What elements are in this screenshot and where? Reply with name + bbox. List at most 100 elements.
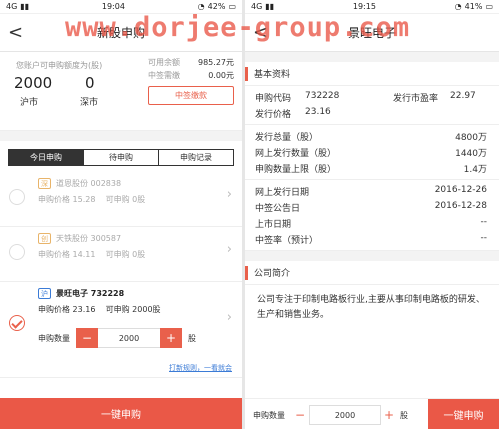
market-badge: 深 [38, 178, 51, 189]
chevron-right-icon[interactable]: › [227, 242, 232, 257]
battery-icon: ▭ [228, 2, 236, 11]
row-value: 4800万 [455, 133, 487, 143]
row-value: -- [480, 217, 488, 227]
quantity-input[interactable]: 2000 [98, 328, 160, 348]
submit-button[interactable]: 一键申购 [0, 398, 242, 429]
left-screen: 4G ▮▮ 19:04 ◔ 42% ▭ < 新股申购 您账户可申购额度为(股) … [0, 0, 242, 429]
signal-icon: ▮▮ [265, 2, 275, 11]
quota-label: 您账户可申购额度为(股) [16, 61, 103, 70]
section-header-basic: 基本资料 [245, 62, 499, 86]
stock-name: 天铁股份 300587 [56, 234, 122, 243]
info-row: 申购数量上限（股） 1.4万 [245, 160, 499, 176]
minus-button[interactable]: − [292, 407, 308, 423]
need-pay-label: 中签需缴 [148, 71, 180, 80]
select-radio-checked[interactable] [9, 315, 25, 331]
row-label: 发行总量（股） [255, 133, 319, 143]
stock-price-line: 申购价格 23.16 可申购 2000股 [38, 305, 161, 314]
row-label: 上市日期 [255, 220, 292, 230]
sh-market-label: 沪市 [20, 98, 39, 108]
clock: 19:04 [101, 2, 125, 11]
stock-price-line: 申购价格 15.28 可申购 0股 [38, 195, 146, 204]
section-title: 公司简介 [254, 269, 291, 279]
section-header-intro: 公司简介 [245, 261, 499, 285]
issue-info-block: 发行总量（股） 4800万 网上发行数量（股） 1440万 申购数量上限（股） 1.4… [245, 125, 499, 180]
market-badge: 沪 [38, 288, 51, 299]
basic-info-block: 申购代码 732228 发行市盈率 22.97 发行价格 23.16 [245, 86, 499, 125]
tab-records[interactable]: 申购记录 [159, 150, 233, 165]
info-row: 网上发行数量（股） 1440万 [245, 144, 499, 160]
quantity-label: 申购数量 [253, 411, 285, 420]
info-row: 申购代码 732228 发行市盈率 22.97 [245, 89, 499, 105]
signal-icon: ▮▮ [20, 2, 30, 11]
row-value: 2016-12-26 [434, 185, 487, 195]
bottom-action-bar: 申购数量 − 2000 + 股 一键申购 [245, 398, 499, 429]
wifi-icon: ◔ [197, 2, 205, 11]
select-radio[interactable] [9, 244, 25, 260]
plus-button[interactable]: + [160, 328, 182, 348]
row-label: 中签公告日 [255, 204, 301, 214]
chevron-right-icon[interactable]: › [227, 310, 232, 325]
clock: 19:15 [352, 2, 376, 11]
pe-value: 22.97 [450, 91, 476, 101]
sz-quota-value: 0 [85, 74, 95, 92]
wifi-icon: ◔ [454, 2, 462, 11]
watermark-text: www.dorjee-group.com [65, 12, 411, 43]
row-value: 1.4万 [463, 165, 487, 175]
submit-button[interactable]: 一键申购 [428, 399, 499, 429]
info-row: 网上发行日期 2016-12-26 [245, 183, 499, 199]
tab-pending[interactable]: 待申购 [84, 150, 159, 165]
battery-level: 42% [207, 2, 226, 11]
right-screen: 4G ▮▮ 19:15 ◔ 41% ▭ < 景旺电子 基本资料 申购代码 732… [245, 0, 499, 429]
back-icon[interactable]: < [8, 24, 23, 42]
pe-label: 发行市盈率 [393, 94, 439, 104]
info-row: 发行总量（股） 4800万 [245, 128, 499, 144]
tab-today[interactable]: 今日申购 [9, 150, 84, 165]
row-label: 中签率（预计） [255, 236, 319, 246]
quantity-stepper: 申购数量 − 2000 + 股 [38, 328, 196, 348]
section-gap [245, 251, 499, 261]
row-label: 网上发行日期 [255, 188, 310, 198]
market-badge: 创 [38, 233, 51, 244]
stock-item[interactable]: 深 道恩股份 002838 申购价格 15.28 可申购 0股 › [0, 172, 242, 227]
code-value: 732228 [305, 91, 340, 101]
need-pay-value: 0.00元 [208, 71, 234, 80]
row-label: 网上发行数量（股） [255, 149, 337, 159]
price-label: 发行价格 [255, 110, 292, 120]
select-radio[interactable] [9, 189, 25, 205]
pay-button[interactable]: 中签缴款 [148, 86, 234, 105]
sh-quota-value: 2000 [14, 74, 53, 92]
minus-button[interactable]: − [76, 328, 98, 348]
row-value: 1440万 [455, 149, 487, 159]
company-intro-text: 公司专注于印制电路板行业,主要从事印制电路板的研发、生产和销售业务。 [257, 295, 485, 320]
battery-level: 41% [464, 2, 483, 11]
code-label: 申购代码 [255, 94, 292, 104]
stock-item-selected[interactable]: 沪 景旺电子 732228 申购价格 23.16 可申购 2000股 › 申购数… [0, 282, 242, 378]
quantity-unit: 股 [400, 411, 408, 420]
date-info-block: 网上发行日期 2016-12-26 中签公告日 2016-12-28 上市日期 -- … [245, 180, 499, 251]
tab-bar: 今日申购 待申购 申购记录 [8, 149, 234, 166]
section-gap [0, 131, 242, 141]
stock-name: 道恩股份 002838 [56, 179, 122, 188]
carrier-label: 4G [6, 2, 18, 11]
section-gap [245, 52, 499, 62]
info-row: 上市日期 -- [245, 215, 499, 231]
quantity-label: 申购数量 [38, 333, 70, 343]
row-label: 申购数量上限（股） [255, 165, 337, 175]
quantity-input[interactable]: 2000 [309, 405, 381, 425]
carrier-label: 4G [251, 2, 263, 11]
account-summary: 您账户可申购额度为(股) 2000 0 沪市 深市 可用余额 985.27元 中… [0, 52, 242, 131]
plus-button[interactable]: + [381, 407, 397, 423]
info-row: 中签公告日 2016-12-28 [245, 199, 499, 215]
stock-name: 景旺电子 732228 [56, 289, 125, 298]
rules-link[interactable]: 打新规则，一看就会 [169, 363, 232, 373]
quantity-unit: 股 [188, 333, 196, 343]
chevron-right-icon[interactable]: › [227, 187, 232, 202]
balance-label: 可用余额 [148, 58, 180, 67]
row-value: -- [480, 233, 488, 243]
info-row: 发行价格 23.16 [245, 105, 499, 121]
info-row: 中签率（预计） -- [245, 231, 499, 247]
stock-price-line: 申购价格 14.11 可申购 0股 [38, 250, 146, 259]
battery-icon: ▭ [485, 2, 493, 11]
stock-item[interactable]: 创 天铁股份 300587 申购价格 14.11 可申购 0股 › [0, 227, 242, 282]
row-value: 2016-12-28 [434, 201, 487, 211]
